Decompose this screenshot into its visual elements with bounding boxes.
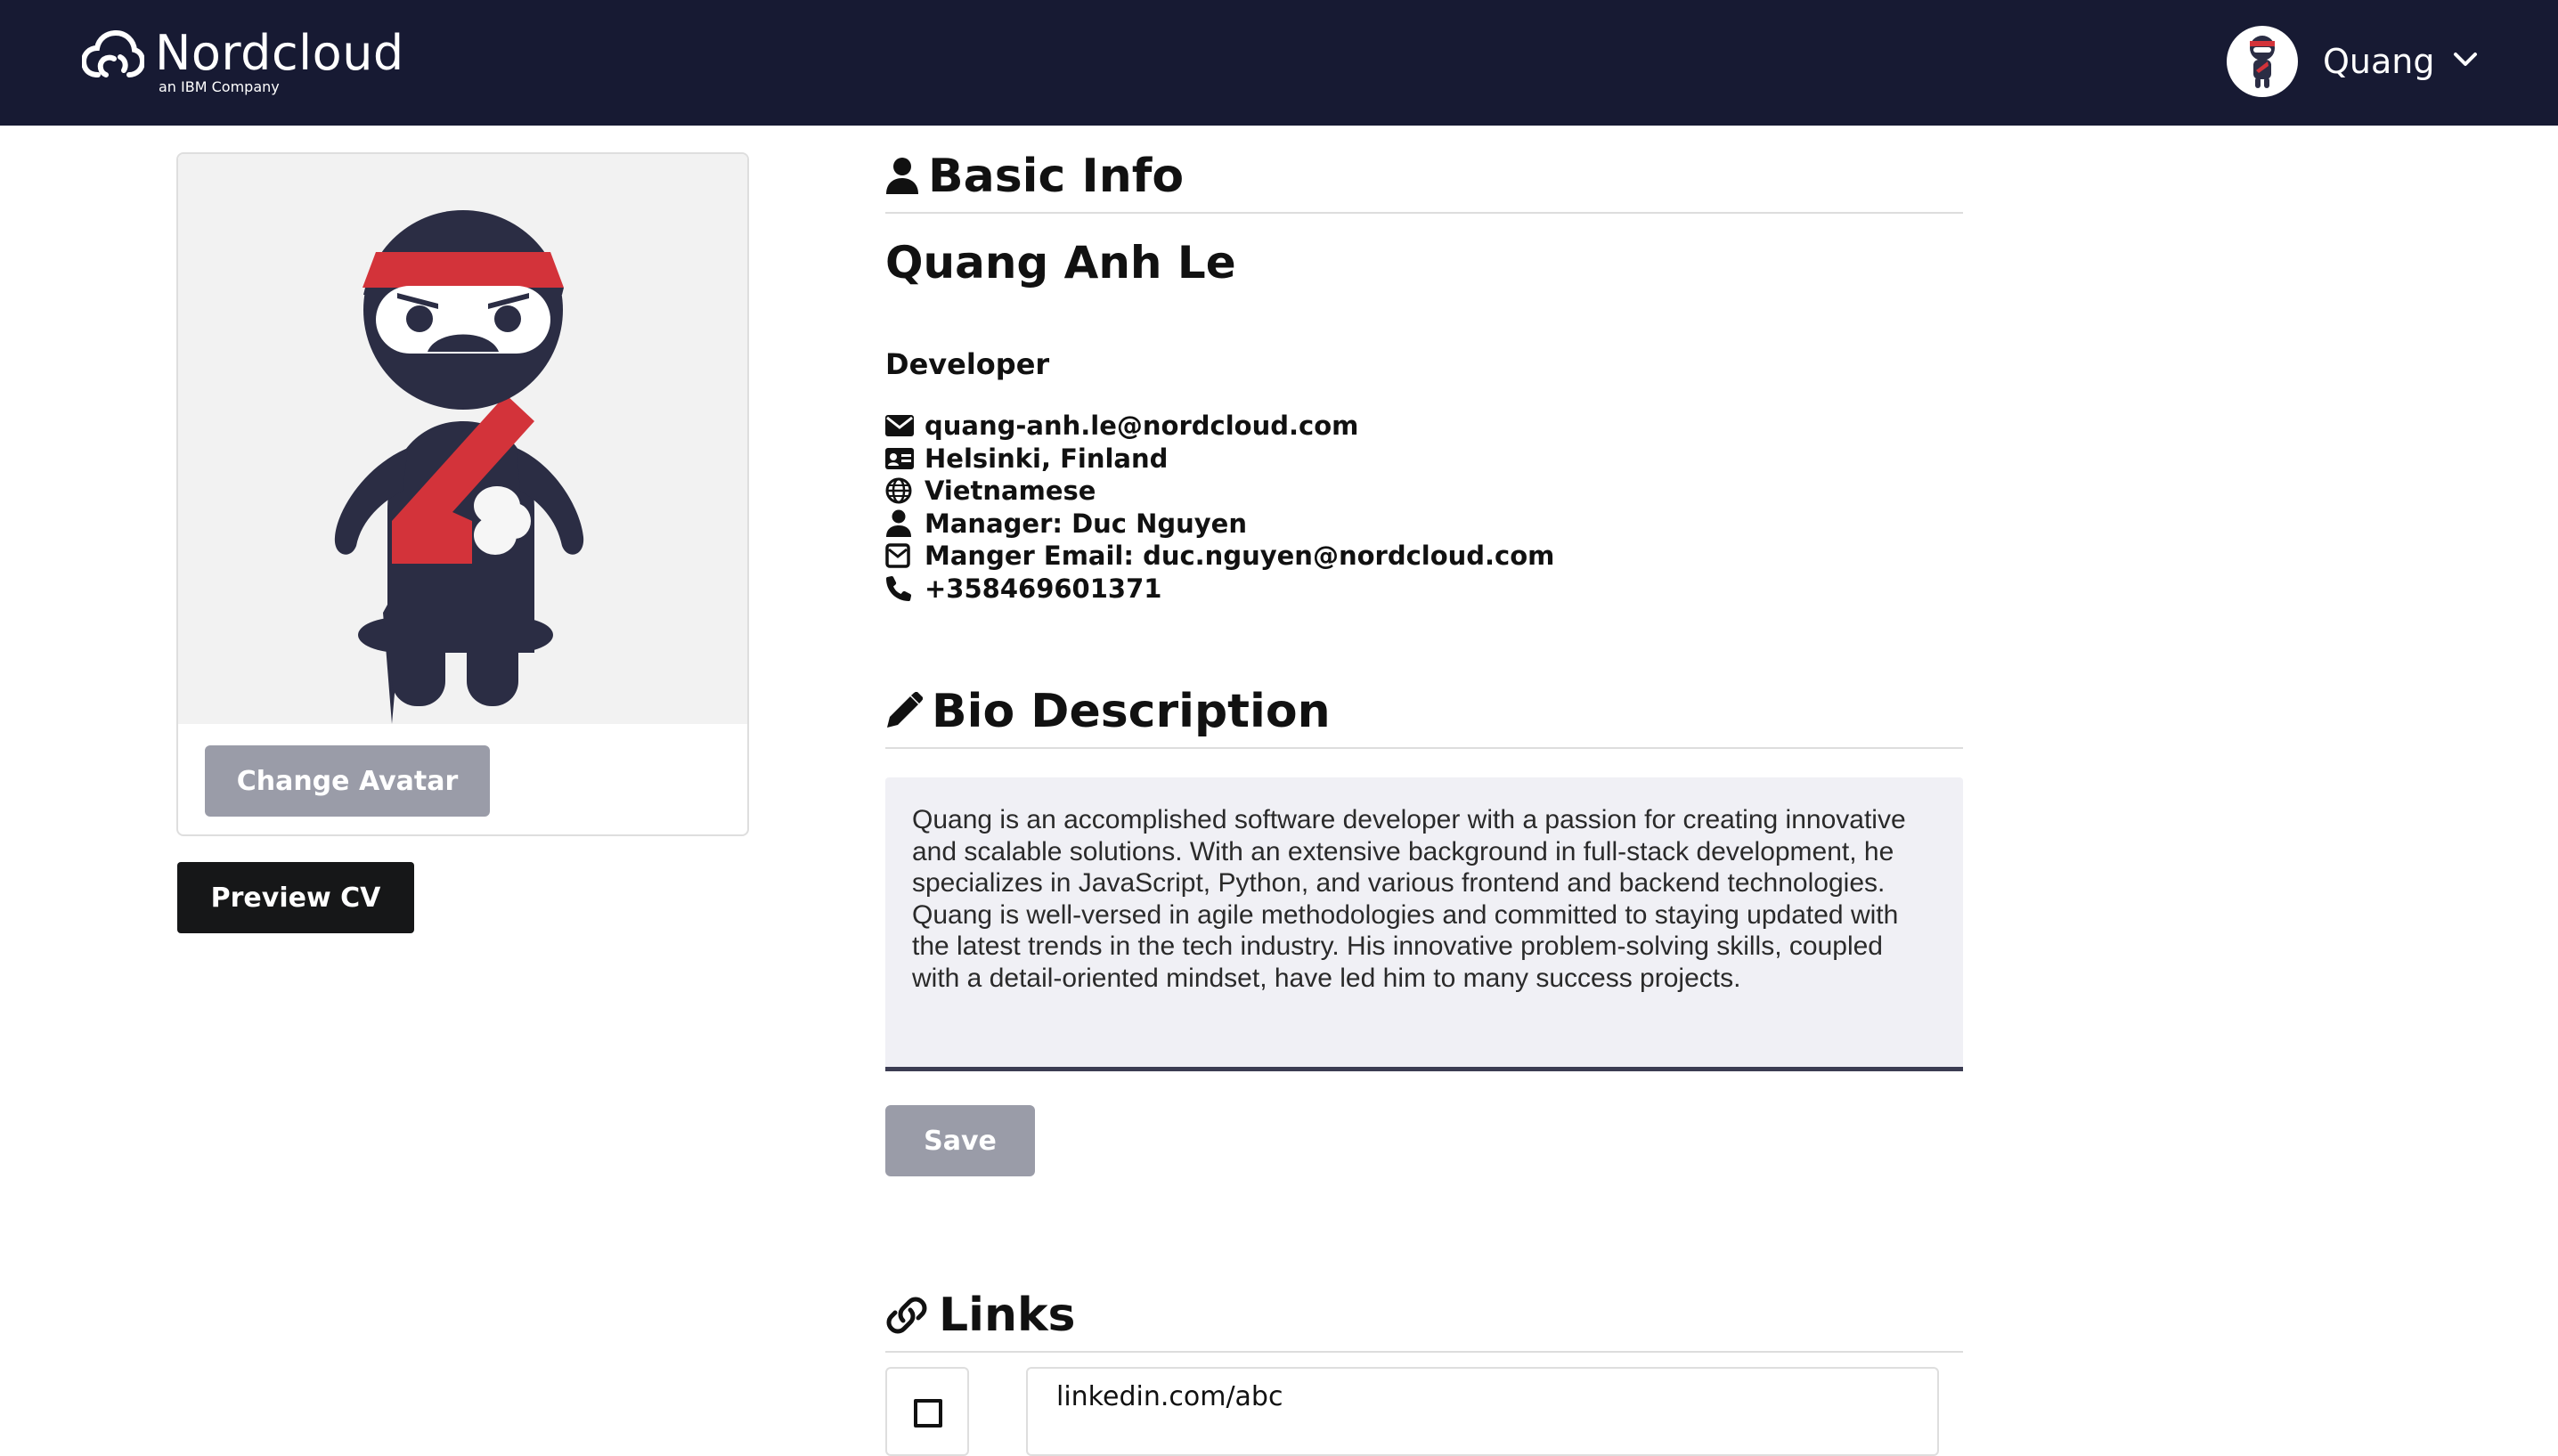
envelope-icon [885,411,917,440]
contact-nationality-text: Vietnamese [925,476,1096,507]
link-icon [886,1297,927,1334]
change-avatar-button[interactable]: Change Avatar [205,745,490,817]
link-select-checkbox[interactable] [914,1399,942,1428]
contact-manager-text: Manager: Duc Nguyen [925,508,1247,539]
links-title: Links [939,1289,1076,1342]
nordcloud-logo[interactable]: Nordcloud an IBM Company [82,25,420,98]
user-avatar[interactable] [2227,26,2298,97]
save-bio-button[interactable]: Save [885,1105,1035,1176]
phone-icon [885,574,917,603]
link-row [885,1367,1945,1456]
brand-name: Nordcloud [155,25,404,81]
link-url-input[interactable] [1026,1367,1939,1456]
ninja-avatar-icon [2250,36,2275,88]
profile-avatar-image [178,154,747,724]
contact-location-text: Helsinki, Finland [925,443,1169,474]
cloud-logo-icon [82,30,144,77]
profile-full-name: Quang Anh Le [885,237,1236,289]
contact-details-list: quang-anh.le@nordcloud.com Helsinki, Fin… [885,410,1554,605]
avatar-card: Change Avatar [176,152,749,836]
envelope-outline-icon [885,541,917,570]
contact-location: Helsinki, Finland [885,443,1554,476]
id-card-icon [885,444,917,473]
chevron-down-icon[interactable] [2453,51,2478,69]
profile-job-title: Developer [885,347,1050,381]
brand-subtitle: an IBM Company [159,78,280,95]
contact-nationality: Vietnamese [885,475,1554,508]
bio-description-title: Bio Description [932,685,1331,738]
links-header: Links [885,1289,1963,1353]
ninja-mascot-icon [334,210,584,724]
contact-manager: Manager: Duc Nguyen [885,508,1554,541]
globe-icon [885,476,917,505]
user-menu[interactable]: Quang [2227,26,2494,99]
user-name[interactable]: Quang [2323,42,2435,81]
link-select-cell [885,1367,969,1456]
contact-phone-text[interactable]: +358469601371 [925,573,1161,604]
contact-phone: +358469601371 [885,573,1554,606]
contact-manager-email-text[interactable]: Manger Email: duc.nguyen@nordcloud.com [925,541,1554,571]
bio-description-header: Bio Description [885,685,1963,749]
contact-email: quang-anh.le@nordcloud.com [885,410,1554,443]
contact-manager-email: Manger Email: duc.nguyen@nordcloud.com [885,540,1554,573]
bio-textarea[interactable]: Quang is an accomplished software develo… [885,777,1963,1071]
basic-info-header: Basic Info [885,150,1963,214]
user-icon [886,158,918,194]
basic-info-title: Basic Info [928,150,1185,203]
contact-email-text[interactable]: quang-anh.le@nordcloud.com [925,411,1358,441]
top-navigation-bar: Nordcloud an IBM Company Quang [0,0,2558,126]
pencil-icon [887,692,923,728]
preview-cv-button[interactable]: Preview CV [177,862,414,933]
user-icon [885,509,917,538]
